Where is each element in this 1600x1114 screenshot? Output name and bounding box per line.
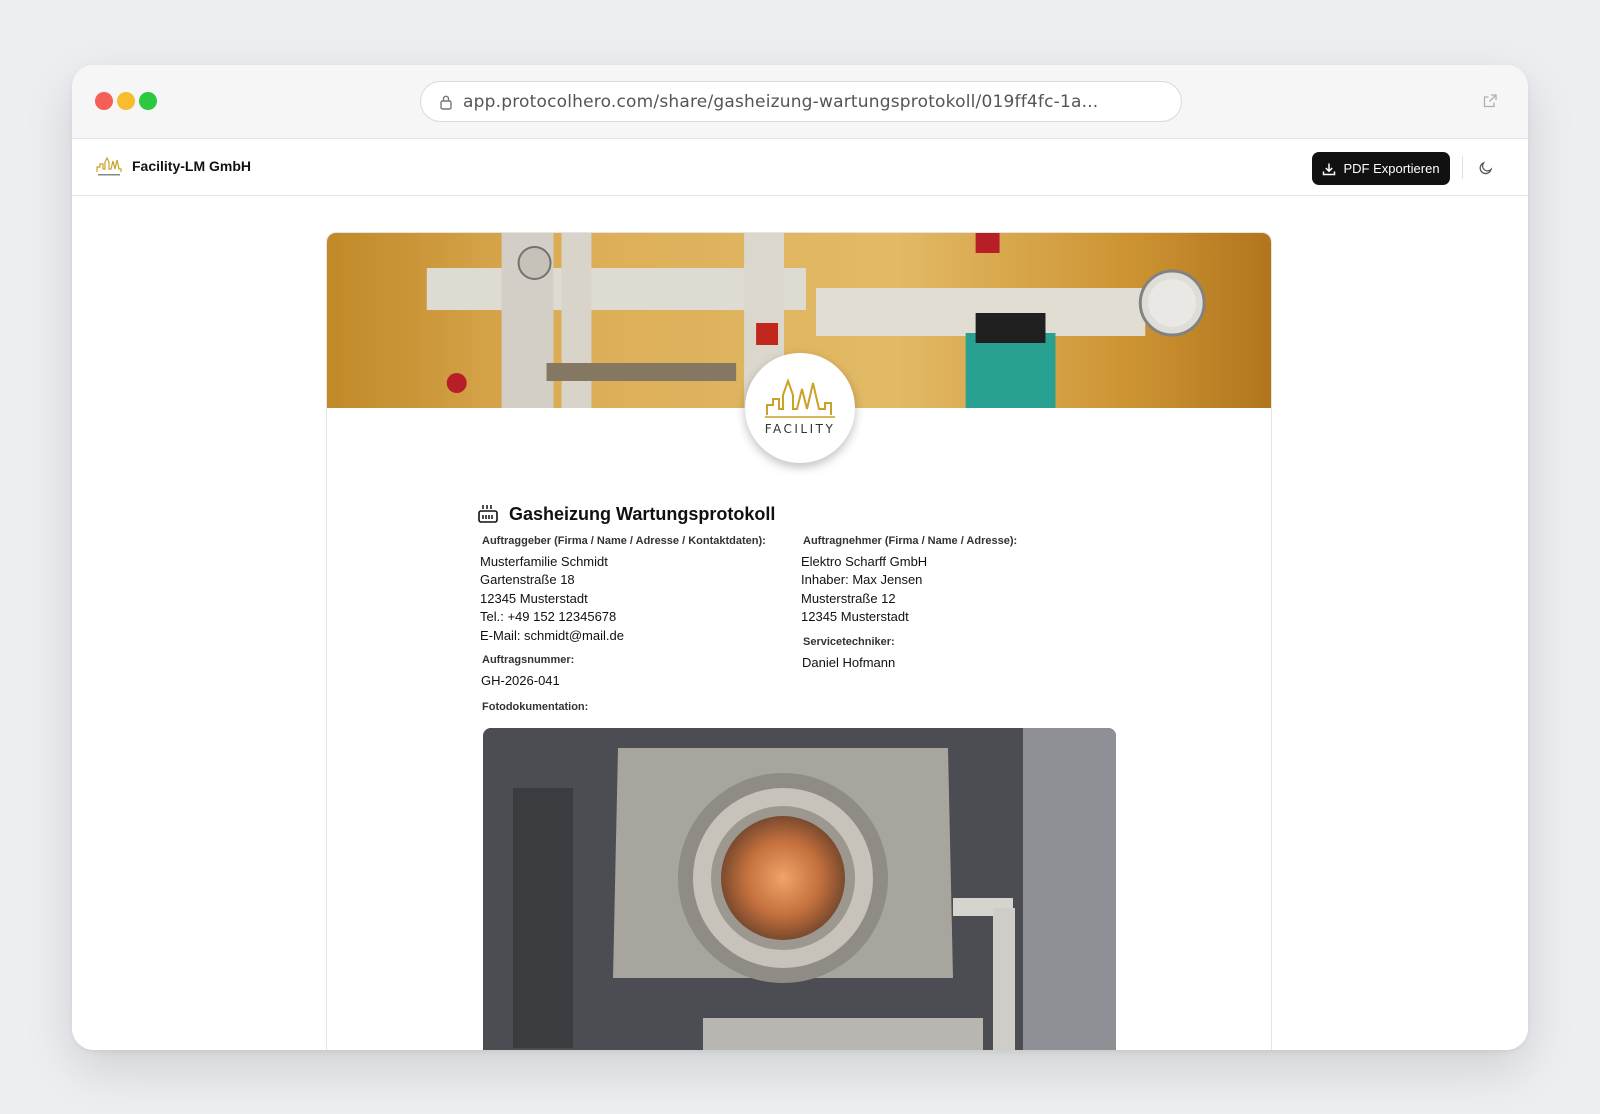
dark-mode-toggle-icon[interactable] (1478, 160, 1494, 176)
app-header: Facility-LM GmbH PDF Exportieren (72, 139, 1528, 196)
order-number-label: Auftragsnummer: (482, 654, 575, 666)
address-bar[interactable]: app.protocolhero.com/share/gasheizung-wa… (420, 81, 1182, 122)
order-number-value: GH-2026-041 (481, 673, 560, 688)
header-divider (1462, 156, 1463, 179)
client-details: Musterfamilie Schmidt Gartenstraße 18 12… (480, 553, 624, 645)
heater-icon (478, 505, 498, 523)
browser-titlebar: app.protocolhero.com/share/gasheizung-wa… (72, 65, 1528, 139)
client-line: Gartenstraße 18 (480, 572, 575, 588)
facility-logo: FACILITY (765, 378, 836, 436)
page-content: FACILITY Gasheizung Wartungsprotokoll Au… (72, 196, 1528, 1050)
pdf-export-label: PDF Exportieren (1343, 161, 1440, 176)
contractor-label: Auftragnehmer (Firma / Name / Adresse): (803, 535, 1018, 547)
photo-documentation-image[interactable] (483, 728, 1116, 1050)
url-text: app.protocolhero.com/share/gasheizung-wa… (463, 91, 1099, 112)
client-line: Tel.: +49 152 12345678 (480, 609, 617, 625)
protocol-title: Gasheizung Wartungsprotokoll (509, 503, 776, 524)
protocol-card: FACILITY Gasheizung Wartungsprotokoll Au… (326, 232, 1272, 1050)
photo-documentation-label: Fotodokumentation: (482, 701, 589, 713)
browser-window: app.protocolhero.com/share/gasheizung-wa… (72, 65, 1528, 1050)
close-window-button[interactable] (95, 92, 113, 110)
maximize-window-button[interactable] (139, 92, 157, 110)
contractor-line: Musterstraße 12 (801, 590, 896, 606)
contractor-details: Elektro Scharff GmbH Inhaber: Max Jensen… (801, 553, 927, 627)
pdf-export-button[interactable]: PDF Exportieren (1312, 152, 1450, 185)
technician-value: Daniel Hofmann (802, 655, 896, 670)
client-label: Auftraggeber (Firma / Name / Adresse / K… (482, 535, 766, 547)
company-logo-avatar: FACILITY (745, 353, 855, 463)
protocol-title-row: Gasheizung Wartungsprotokoll (477, 503, 775, 525)
logo-wordmark: FACILITY (765, 422, 836, 436)
contractor-line: Elektro Scharff GmbH (801, 554, 928, 569)
technician-label: Servicetechniker: (803, 636, 895, 648)
client-line: 12345 Musterstadt (480, 590, 588, 606)
client-line: Musterfamilie Schmidt (480, 554, 608, 569)
company-logo (96, 156, 122, 176)
contractor-line: 12345 Musterstadt (801, 609, 909, 625)
contractor-line: Inhaber: Max Jensen (801, 572, 923, 588)
minimize-window-button[interactable] (117, 92, 135, 110)
burner-photo (483, 728, 1116, 1050)
download-icon (1323, 163, 1336, 175)
open-external-icon[interactable] (1482, 93, 1498, 109)
lock-icon (440, 95, 452, 110)
company-name: Facility-LM GmbH (132, 158, 252, 174)
client-line: E-Mail: schmidt@mail.de (480, 627, 624, 643)
